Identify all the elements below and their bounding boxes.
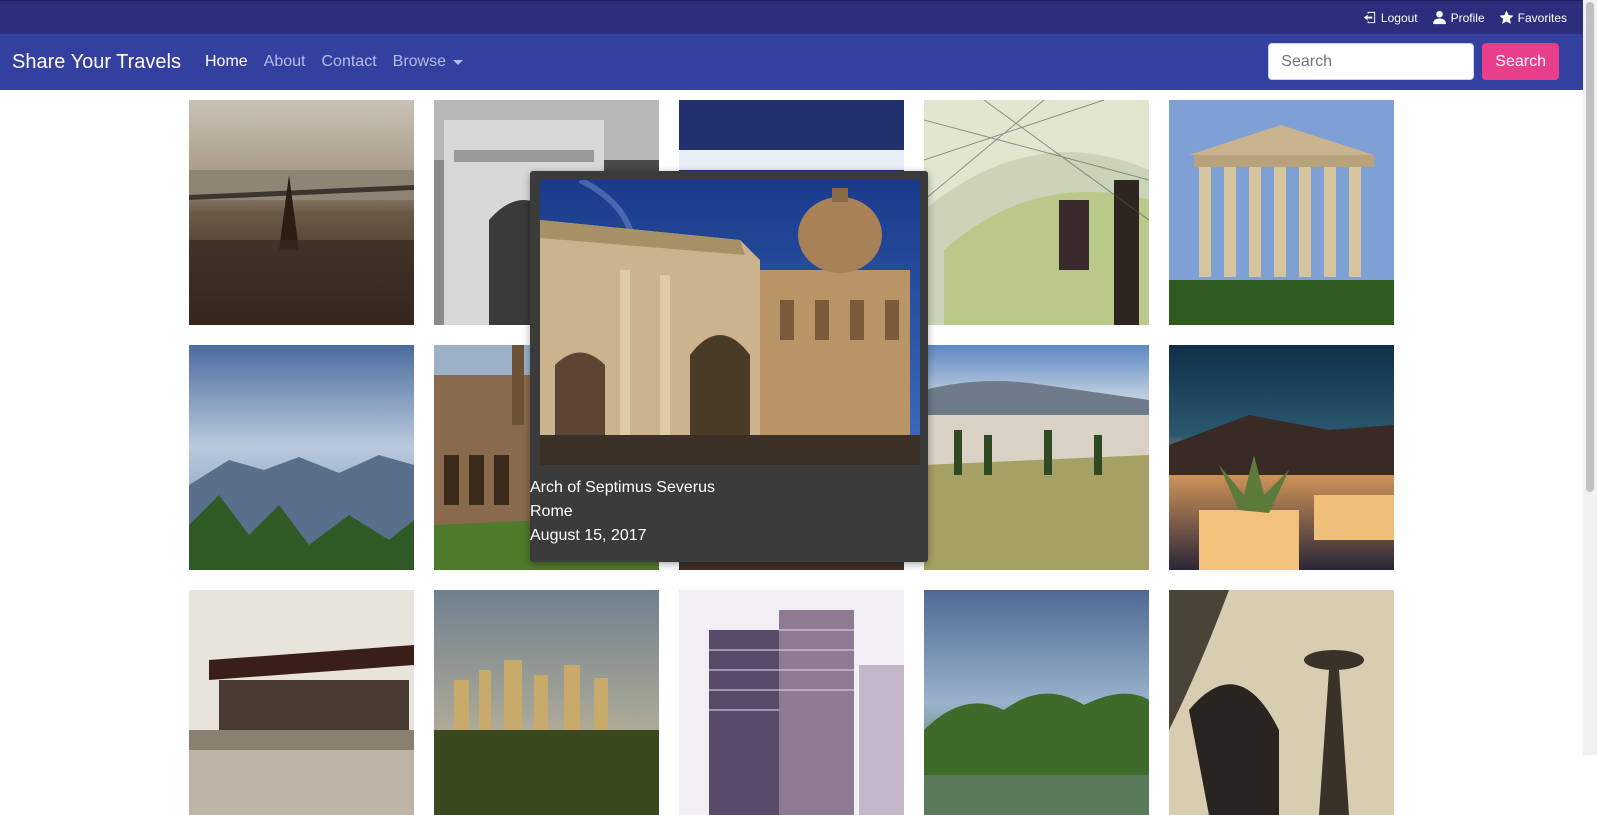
space-needle-image [1169,590,1394,815]
nav-browse-label: Browse [392,53,446,70]
arch-septimus-image [540,180,920,465]
logout-label: Logout [1380,10,1418,25]
photo-title: Arch of Septimus Severus [530,479,715,496]
photo-thumbnail[interactable] [189,100,414,325]
photo-thumbnail[interactable] [679,590,904,815]
photo-thumbnail[interactable] [189,345,414,570]
search-form: Search [1268,43,1559,80]
photo-thumbnail[interactable] [924,100,1149,325]
photo-thumbnail[interactable] [434,590,659,815]
photo-thumbnail[interactable] [924,590,1149,815]
popup-caption: Arch of Septimus Severus Rome August 15,… [530,476,715,548]
glass-towers-image [679,590,904,815]
nav-about[interactable]: About [264,53,306,71]
photo-thumbnail[interactable] [189,590,414,815]
user-icon [1432,10,1446,25]
santorini-dusk-image [1169,345,1394,570]
logout-link[interactable]: Logout [1362,10,1418,25]
nav-home[interactable]: Home [205,53,248,71]
logout-icon [1363,11,1376,24]
athens-view-image [924,345,1149,570]
top-utility-bar: Logout Profile Favorites [0,0,1583,34]
photo-thumbnail[interactable] [924,345,1149,570]
nav-browse-dropdown[interactable]: Browse [393,53,463,71]
photo-thumbnail[interactable] [1169,345,1394,570]
search-input[interactable] [1268,43,1475,80]
greek-temple-image [1169,100,1394,325]
brand-logo[interactable]: Share Your Travels [12,51,181,74]
favorites-label: Favorites [1517,10,1567,25]
scrollbar-thumb[interactable] [1586,2,1594,492]
photo-date: August 15, 2017 [530,527,647,544]
page-scrollbar[interactable] [1583,0,1597,755]
photo-city: Rome [530,503,573,520]
mountain-valley-image [189,345,414,570]
photo-thumbnail[interactable] [1169,590,1394,815]
museum-atrium-image [924,100,1149,325]
popup-photo [540,180,920,465]
favorites-link[interactable]: Favorites [1499,10,1567,25]
profile-link[interactable]: Profile [1432,10,1485,25]
city-skyline-image [434,590,659,815]
star-icon [1499,10,1514,24]
city-river-image [189,100,414,325]
main-navbar: Share Your Travels Home About Contact Br… [0,34,1583,90]
photo-preview-popup: Arch of Septimus Severus Rome August 15,… [530,171,928,562]
search-button[interactable]: Search [1482,43,1559,80]
nav-contact[interactable]: Contact [322,53,377,71]
chevron-down-icon [453,59,463,65]
park-lake-image [924,590,1149,815]
profile-label: Profile [1450,10,1485,25]
modern-pavilion-image [189,590,414,815]
photo-thumbnail[interactable] [1169,100,1394,325]
